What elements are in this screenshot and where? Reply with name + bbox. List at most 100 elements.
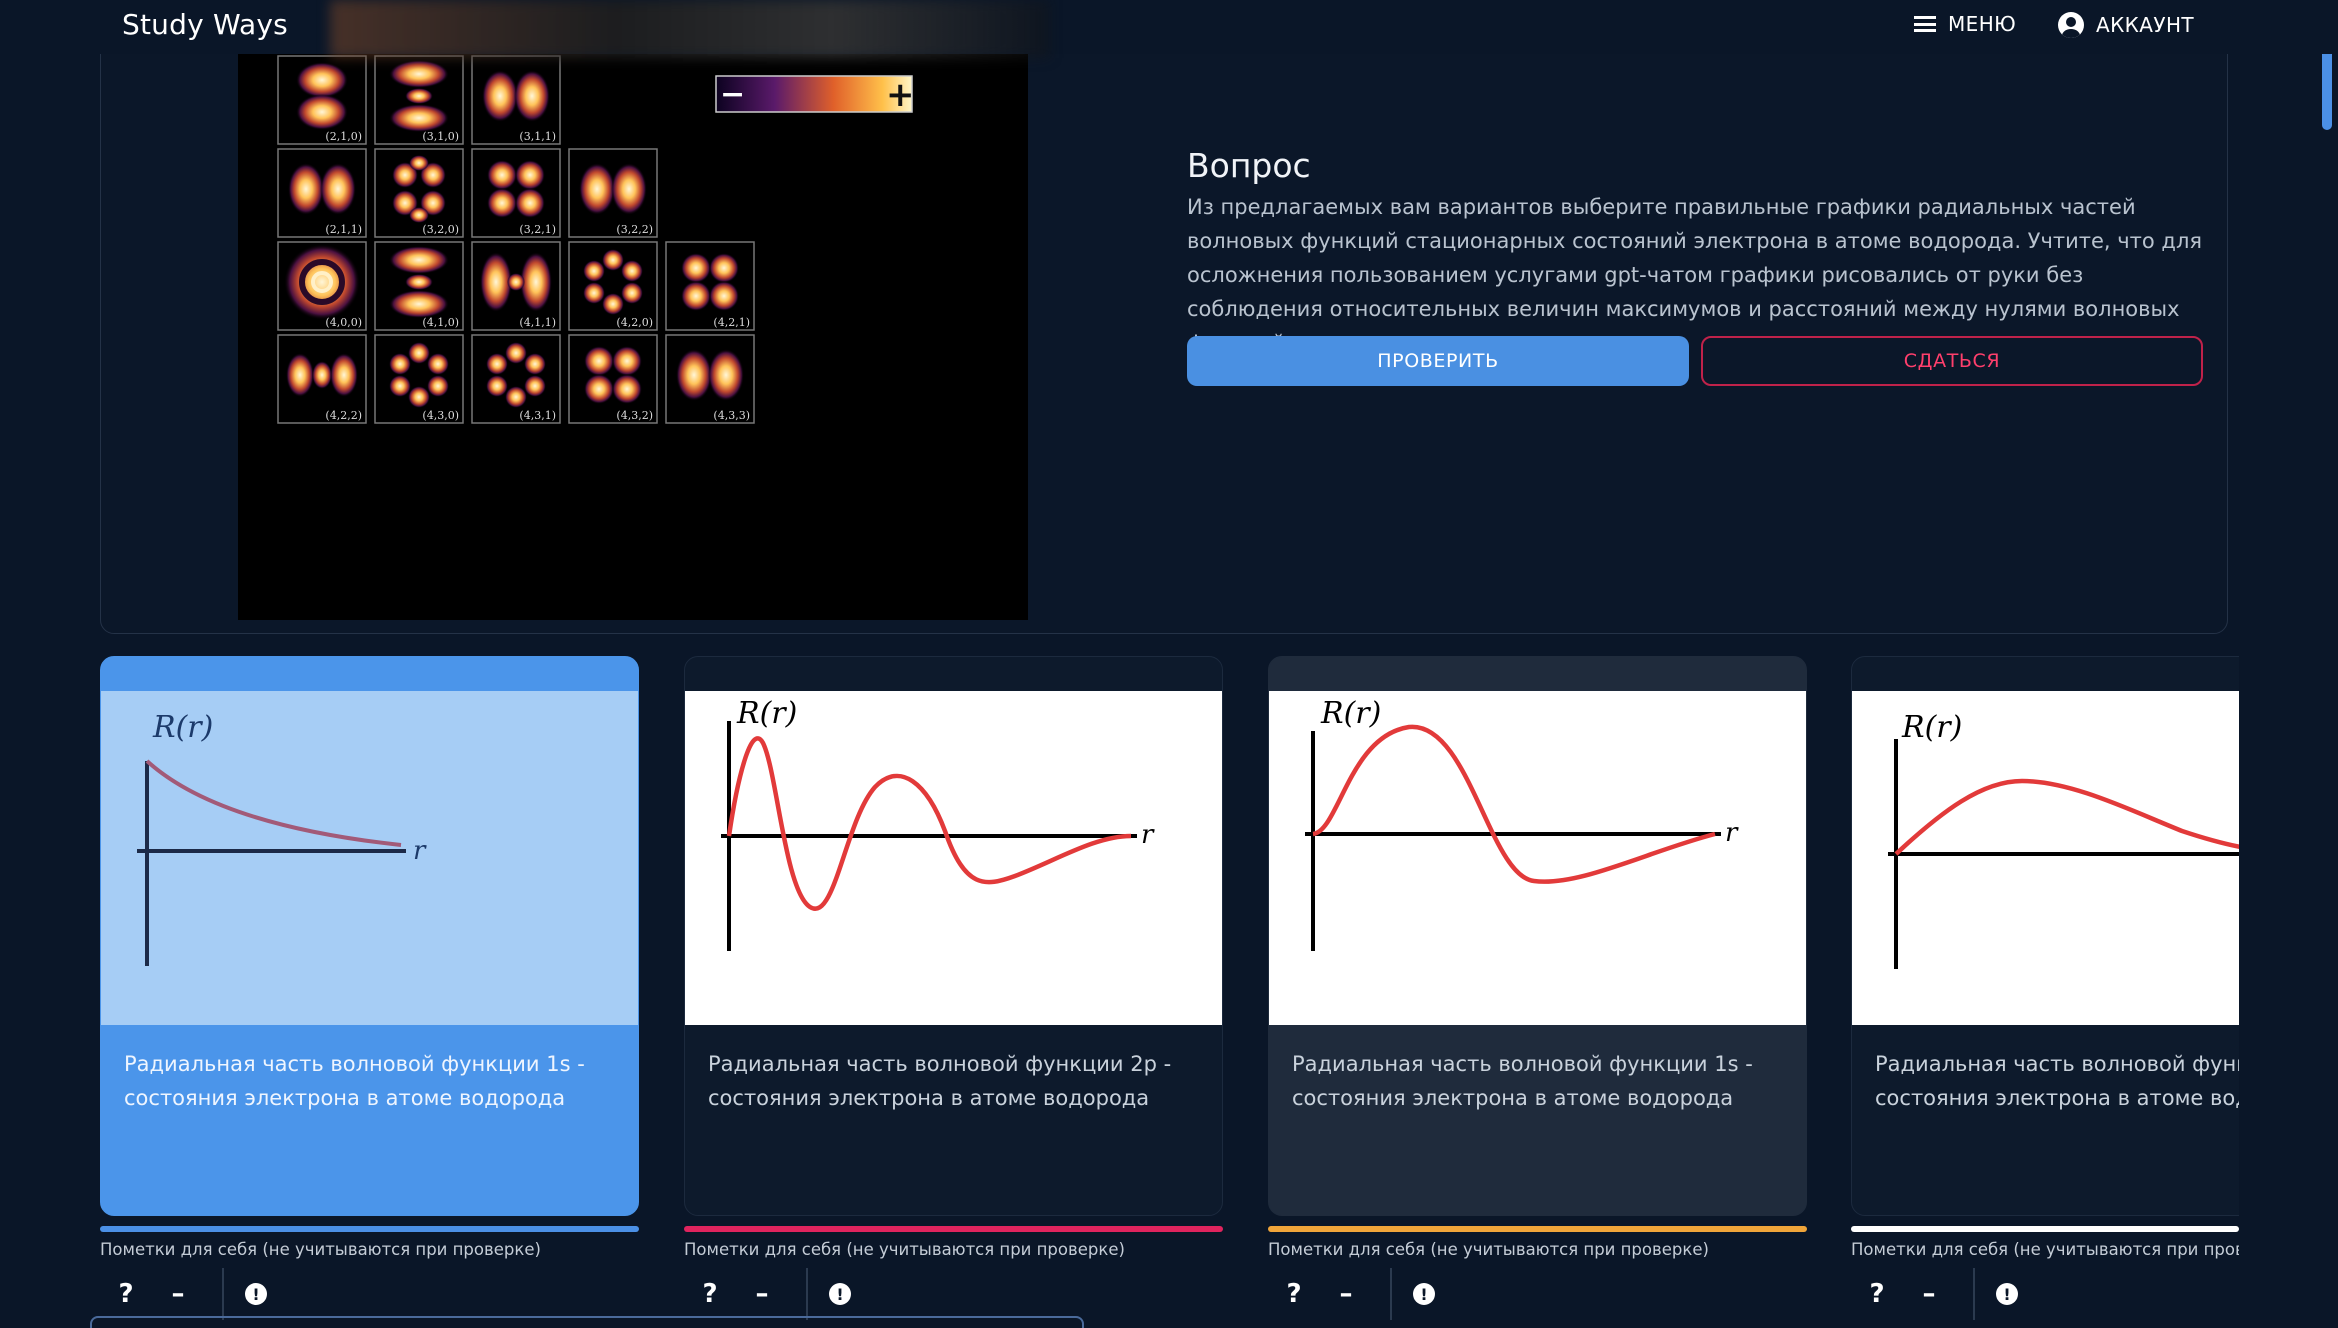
orbital-label: (4,2,1) [713, 316, 750, 329]
give-up-button[interactable]: СДАТЬСЯ [1701, 336, 2203, 386]
x-axis-label: r [1141, 820, 1155, 850]
scale-minus: − [720, 77, 745, 112]
mark-minus-button[interactable]: – [1320, 1274, 1372, 1314]
graph-image: R(r) r [1269, 691, 1806, 1025]
note-underline-1 [100, 1226, 639, 1232]
note-marks-2: ? – ! [684, 1268, 872, 1320]
check-button[interactable]: ПРОВЕРИТЬ [1187, 336, 1689, 386]
orbital-label: (3,1,1) [519, 130, 556, 143]
orbital-label: (4,3,3) [713, 409, 750, 422]
orbital-label: (4,3,1) [519, 409, 556, 422]
orbital-label: (2,1,1) [325, 223, 362, 236]
card-caption: Радиальная часть волновой функции 1s - с… [124, 1052, 585, 1110]
color-scale: − + [715, 75, 915, 115]
orbital-cell: (3,1,1) [471, 55, 561, 145]
orbital-cell: (3,2,2) [568, 148, 658, 238]
answer-card-3[interactable]: R(r) r Радиальная часть волновой функции… [1268, 656, 1807, 1216]
orbital-label: (4,0,0) [325, 316, 362, 329]
question-title: Вопрос [1187, 146, 1311, 185]
orbital-cell: (4,3,0) [374, 334, 464, 424]
mark-exclaim-button[interactable]: ! [806, 1268, 872, 1320]
orbital-label: (4,1,0) [422, 316, 459, 329]
exclamation-icon: ! [245, 1283, 267, 1305]
note-marks-4: ? – ! [1851, 1268, 2039, 1320]
orbital-label: (3,2,2) [616, 223, 653, 236]
radial-graph-4: R(r) [1888, 710, 2239, 969]
orbital-image: (2,1,0) (3,1,0) (3,1,1) (2,1,1) (3,2,0) (3,2,… [238, 54, 1028, 620]
answer-card-2-wrap: R(r) r Радиальная часть волновой функции… [684, 656, 1223, 1216]
orbital-grid: (2,1,0) (3,1,0) (3,1,1) (2,1,1) (3,2,0) (3,2,… [277, 55, 915, 424]
card-caption: Радиальная часть волновой функции 2p - с… [1875, 1052, 2239, 1110]
answer-input-field[interactable] [90, 1316, 1084, 1328]
mark-exclaim-button[interactable]: ! [1390, 1268, 1456, 1320]
graph-image: R(r) r [101, 691, 638, 1025]
radial-graph-3: R(r) r [1305, 696, 1739, 951]
orbital-cell: (3,2,1) [471, 148, 561, 238]
card-caption: Радиальная часть волновой функции 2p - с… [708, 1052, 1172, 1110]
mark-minus-button[interactable]: – [736, 1274, 788, 1314]
mark-exclaim-button[interactable]: ! [1973, 1268, 2039, 1320]
orbital-label: (4,3,2) [616, 409, 653, 422]
question-text: Из предлагаемых вам вариантов выберите п… [1187, 195, 2202, 355]
notes-label-4: Пометки для себя (не учитываются при про… [1851, 1240, 2239, 1259]
y-axis-label: R(r) [1320, 696, 1381, 731]
answer-card-4-wrap: R(r) Радиальная часть волновой функции 2… [1851, 656, 2239, 1216]
radial-graph-1s: R(r) r [137, 710, 427, 966]
mark-minus-button[interactable]: – [1903, 1274, 1955, 1314]
mark-exclaim-button[interactable]: ! [222, 1268, 288, 1320]
menu-label: МЕНЮ [1948, 12, 2017, 36]
note-marks-3: ? – ! [1268, 1268, 1456, 1320]
account-label: АККАУНТ [2096, 13, 2195, 37]
orbital-cell: (4,3,3) [665, 334, 755, 424]
mark-question-button[interactable]: ? [684, 1274, 736, 1314]
x-axis-label: r [413, 836, 427, 866]
orbital-cell: (4,2,2) [277, 334, 367, 424]
orbital-label: (3,1,0) [422, 130, 459, 143]
orbital-label: (4,1,1) [519, 316, 556, 329]
y-axis-label: R(r) [152, 710, 213, 745]
exclamation-icon: ! [1413, 1283, 1435, 1305]
mark-question-button[interactable]: ? [1851, 1274, 1903, 1314]
orbital-label: (4,2,2) [325, 409, 362, 422]
orbital-cell: (4,1,0) [374, 241, 464, 331]
answer-card-4[interactable]: R(r) Радиальная часть волновой функции 2… [1851, 656, 2239, 1216]
answer-card-1-wrap: R(r) r Радиальная часть волновой функции… [100, 656, 639, 1216]
card-caption: Радиальная часть волновой функции 1s - с… [1292, 1052, 1753, 1110]
orbital-label: (3,2,1) [519, 223, 556, 236]
exclamation-icon: ! [1996, 1283, 2018, 1305]
menu-button[interactable]: МЕНЮ [1914, 12, 2016, 36]
mark-question-button[interactable]: ? [1268, 1274, 1320, 1314]
orbital-cell: (3,1,0) [374, 55, 464, 145]
orbital-label: (4,2,0) [616, 316, 653, 329]
orbital-label: (4,3,0) [422, 409, 459, 422]
orbital-cell: (4,2,0) [568, 241, 658, 331]
radial-graph-2p: R(r) r [721, 696, 1155, 951]
orbital-cell: (3,2,0) [374, 148, 464, 238]
account-button[interactable]: АККАУНТ [2058, 12, 2194, 38]
notes-label-1: Пометки для себя (не учитываются при про… [100, 1240, 541, 1259]
page-scrollbar[interactable] [2316, 0, 2338, 1328]
account-circle-icon [2058, 12, 2084, 38]
note-underline-2 [684, 1226, 1223, 1232]
blurred-banner [330, 0, 1050, 58]
orbital-label: (3,2,0) [422, 223, 459, 236]
y-axis-label: R(r) [1901, 710, 1962, 745]
y-axis-label: R(r) [736, 696, 797, 731]
mark-question-button[interactable]: ? [100, 1274, 152, 1314]
hamburger-icon [1914, 16, 1936, 32]
scale-plus: + [886, 75, 915, 115]
orbital-cell: (2,1,0) [277, 55, 367, 145]
notes-label-2: Пометки для себя (не учитываются при про… [684, 1240, 1125, 1259]
answer-card-2[interactable]: R(r) r Радиальная часть волновой функции… [684, 656, 1223, 1216]
orbital-label: (2,1,0) [325, 130, 362, 143]
graph-image: R(r) r [685, 691, 1222, 1025]
app-root: Study Ways МЕНЮ АККАУНТ (2,1,0) (3,1,0) … [0, 0, 2338, 1328]
top-bar: Study Ways МЕНЮ АККАУНТ [0, 0, 2338, 58]
note-underline-3 [1268, 1226, 1807, 1232]
brand-logo[interactable]: Study Ways [122, 8, 288, 41]
answer-card-1[interactable]: R(r) r Радиальная часть волновой функции… [100, 656, 639, 1216]
exclamation-icon: ! [829, 1283, 851, 1305]
mark-minus-button[interactable]: – [152, 1274, 204, 1314]
orbital-cell: (4,0,0) [277, 241, 367, 331]
graph-image: R(r) [1852, 691, 2239, 1025]
